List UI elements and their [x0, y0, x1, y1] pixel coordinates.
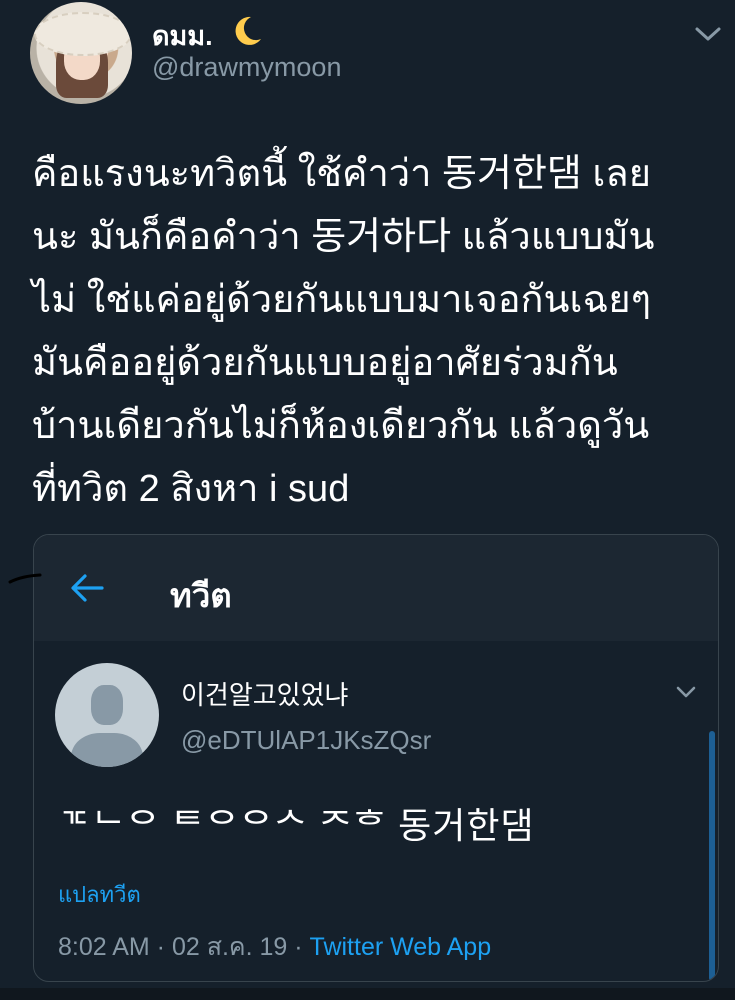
author-handle[interactable]: @drawmymoon	[152, 52, 341, 83]
attached-screenshot[interactable]: ทวีต 이건알고있었냐 @eDTUlAP1JKsZQsr ᄀᄃᄂᄋ ᄐᄋᄋᄉ …	[33, 534, 719, 982]
tweet-text-line: นะ มันก็คือคำว่า 동거하다 แล้วแบบมัน	[32, 216, 655, 258]
bottom-divider	[0, 988, 735, 1000]
source-app-link[interactable]: Twitter Web App	[310, 933, 492, 961]
quoted-author-name[interactable]: 이건알고있었냐	[181, 675, 348, 712]
crescent-moon-icon	[235, 16, 261, 45]
author-display-name[interactable]: ดมม.	[152, 14, 213, 57]
tweet: ดมม. @drawmymoon คือแรงนะทวิตนี้ ใช้คำว่…	[0, 0, 735, 1000]
avatar-body-shape	[71, 733, 143, 767]
tweet-text-line: ที่ทวิต 2 สิงหา i sud	[32, 468, 350, 510]
default-avatar-icon[interactable]	[55, 663, 159, 767]
quoted-timestamp[interactable]: 8:02 AM · 02 ส.ค. 19 ·	[58, 933, 310, 961]
tweet-text-line: คือแรงนะทวิตนี้ ใช้คำว่า 동거한댐 เลย	[32, 153, 651, 195]
avatar-hat	[34, 12, 132, 56]
scrollbar[interactable]	[709, 731, 715, 981]
tweet-text-line: มันคืออยู่ด้วยกันแบบอยู่อาศัยร่วมกัน	[32, 342, 618, 384]
avatar-head-shape	[91, 685, 123, 725]
screenshot-header: ทวีต	[34, 535, 718, 641]
tweet-text: คือแรงนะทวิตนี้ ใช้คำว่า 동거한댐 เลย นะ มัน…	[32, 143, 722, 521]
quoted-tweet-meta: 8:02 AM · 02 ส.ค. 19 · Twitter Web App	[58, 927, 491, 967]
back-arrow-icon[interactable]	[70, 573, 104, 603]
chevron-down-icon[interactable]	[674, 683, 698, 701]
tweet-text-line: ไม่ ใช่แค่อยู่ด้วยกันแบบมาเจอกันเฉยๆ	[32, 279, 652, 321]
pen-stroke-mark	[8, 573, 42, 584]
tweet-text-line: บ้านเดียวกันไม่ก็ห้องเดียวกัน แล้วดูวัน	[32, 405, 650, 447]
screenshot-header-title: ทวีต	[170, 577, 232, 614]
translate-tweet-link[interactable]: แปลทวีต	[58, 877, 141, 912]
quoted-tweet-text: ᄀᄃᄂᄋ ᄐᄋᄋᄉ ᄌᄒ 동거한댐	[58, 805, 535, 846]
quoted-author-handle[interactable]: @eDTUlAP1JKsZQsr	[181, 725, 431, 756]
author-avatar[interactable]	[30, 2, 132, 104]
chevron-down-icon[interactable]	[692, 22, 724, 46]
